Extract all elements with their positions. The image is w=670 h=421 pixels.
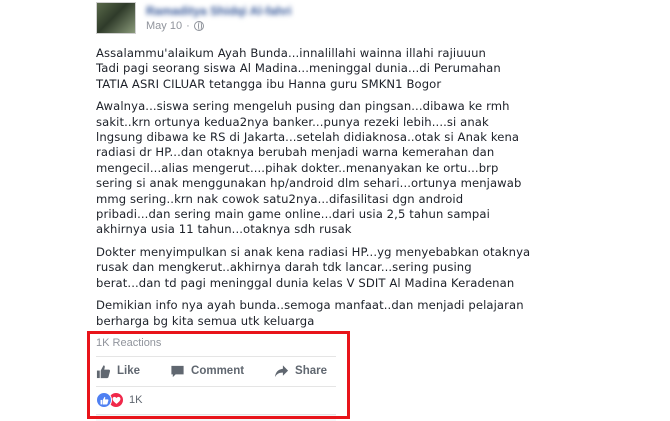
comment-bubble-icon — [171, 365, 184, 377]
post-line: radiasi dr HP...dan otaknya berubah menj… — [96, 145, 495, 160]
author-name[interactable]: Ramaditya Shidqi Al-fahri — [146, 4, 292, 18]
post-action-bar: Like Comment Share — [96, 362, 327, 380]
globe-icon — [193, 21, 204, 31]
share-button[interactable]: Share — [274, 362, 327, 380]
facebook-post: Ramaditya Shidqi Al-fahri May 10 · Assal… — [0, 0, 670, 421]
post-line: mengecil...alias mengerut....pihak dokte… — [96, 160, 499, 175]
comment-label: Comment — [191, 365, 245, 377]
divider — [96, 356, 336, 357]
thumbs-up-icon — [96, 364, 111, 378]
post-paragraph: Demikian info nya ayah bunda..semoga man… — [96, 298, 576, 329]
post-paragraph: Awalnya...siswa sering mengeluh pusing d… — [96, 99, 576, 238]
post-paragraph: Assalammu'alaikum Ayah Bunda...innalilla… — [96, 46, 576, 92]
meta-separator: · — [186, 20, 190, 32]
post-meta: May 10 · — [146, 20, 204, 32]
post-line: akhirnya usia 11 tahun...otaknya sdh rus… — [96, 222, 352, 237]
like-button[interactable]: Like — [96, 362, 140, 380]
reaction-count: 1K — [129, 394, 143, 406]
reactions-summary-label[interactable]: 1K Reactions — [96, 337, 161, 349]
like-reaction-icon — [96, 392, 112, 408]
post-line: rusak dan mengkerut..akhirnya darah tdk … — [96, 260, 472, 275]
post-line: sakit..krn ortunya kedua2nya banker...pu… — [96, 114, 489, 129]
post-line: TATIA ASRI CILUAR tetangga ibu Hanna gur… — [96, 76, 442, 91]
post-line: Assalammu'alaikum Ayah Bunda...innalilla… — [96, 46, 486, 60]
post-line: berharga bg kita semua utk keluarga — [96, 313, 315, 328]
post-line: sering si anak menggunakan hp/android dl… — [96, 176, 522, 191]
like-label: Like — [117, 365, 141, 377]
post-paragraph: Dokter menyimpulkan si anak kena radiasi… — [96, 245, 576, 291]
share-label: Share — [295, 365, 328, 377]
comment-button[interactable]: Comment — [170, 362, 244, 380]
post-line: Demikian info nya ayah bunda..semoga man… — [96, 298, 524, 313]
post-line: Tadi pagi seorang siswa Al Madina...meni… — [96, 61, 501, 76]
post-line: mmg sering..krn nak cowok satu2nya...dif… — [96, 191, 464, 206]
comment-area-edge — [96, 414, 336, 421]
post-timestamp[interactable]: May 10 — [146, 20, 182, 32]
share-arrow-icon — [274, 364, 289, 377]
post-line: lngsung dibawa ke RS di Jakarta...setela… — [96, 130, 520, 145]
divider — [96, 386, 336, 387]
author-avatar[interactable] — [96, 2, 136, 34]
post-line: pribadi...dan sering main game online...… — [96, 207, 490, 222]
reaction-summary[interactable]: 1K — [96, 392, 142, 408]
post-body: Assalammu'alaikum Ayah Bunda...innalilla… — [96, 46, 576, 336]
post-line: Dokter menyimpulkan si anak kena radiasi… — [96, 244, 531, 259]
post-line: berat...dan td pagi meninggal dunia kela… — [96, 275, 515, 290]
post-line: Awalnya...siswa sering mengeluh pusing d… — [96, 99, 510, 114]
